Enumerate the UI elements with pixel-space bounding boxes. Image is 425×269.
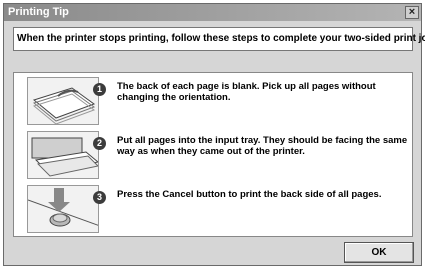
step-text-1: The back of each page is blank. Pick up … [117, 81, 376, 103]
intro-text: When the printer stops printing, follow … [17, 33, 425, 44]
step-text-2: Put all pages into the input tray. They … [117, 135, 408, 157]
step-number-3: 3 [93, 191, 106, 204]
step-number-2: 2 [93, 137, 106, 150]
step-text-3: Press the Cancel button to print the bac… [117, 189, 382, 200]
intro-box: When the printer stops printing, follow … [13, 27, 425, 51]
dialog-title: Printing Tip [8, 6, 69, 18]
paper-stack-icon [27, 77, 99, 125]
step-number-1: 1 [93, 83, 106, 96]
ok-button[interactable]: OK [344, 242, 414, 263]
cancel-button-press-icon [27, 185, 99, 233]
title-bar: Printing Tip × [4, 4, 421, 21]
dialog-window: Printing Tip × When the printer stops pr… [3, 3, 425, 266]
steps-panel: 1 The back of each page is blank. Pick u… [13, 72, 413, 237]
printer-input-tray-icon [27, 131, 99, 179]
close-icon: × [408, 6, 416, 18]
step-2: 2 Put all pages into the input tray. The… [14, 129, 412, 181]
close-button[interactable]: × [405, 6, 419, 19]
step-1: 1 The back of each page is blank. Pick u… [14, 75, 412, 127]
step-3: 3 Press the Cancel button to print the b… [14, 183, 412, 235]
